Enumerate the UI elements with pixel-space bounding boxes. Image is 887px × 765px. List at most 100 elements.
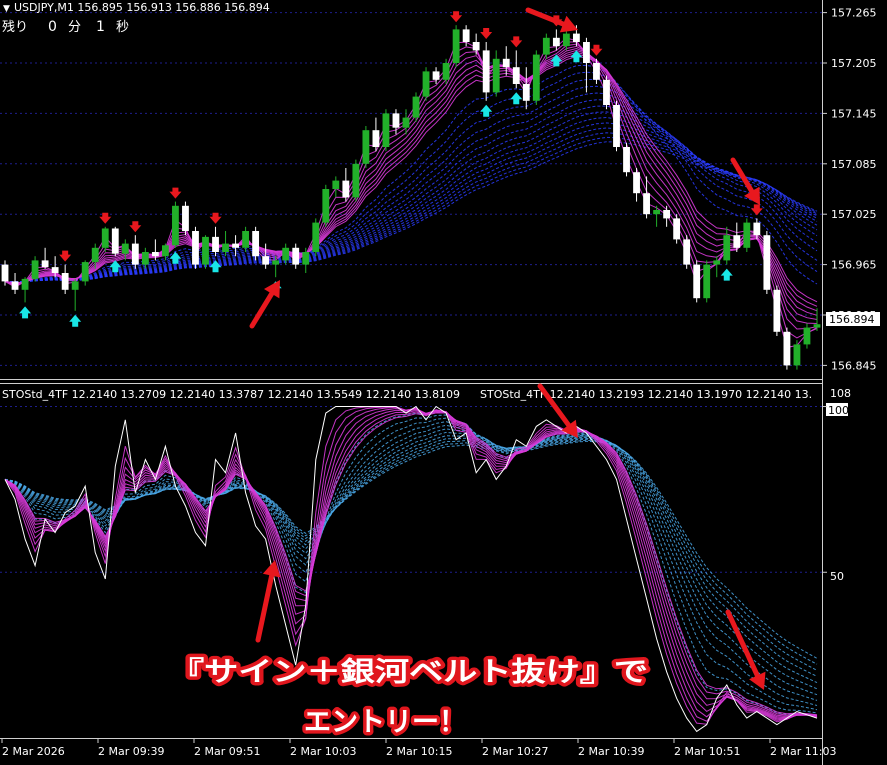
- candle-body: [402, 117, 410, 128]
- candle: [332, 176, 340, 198]
- candle: [532, 50, 540, 105]
- candle-body: [222, 243, 229, 252]
- sell-signal-icon: [169, 187, 182, 199]
- fast-ma-line: [4, 37, 818, 349]
- candle-body: [783, 331, 791, 366]
- candle: [663, 205, 671, 227]
- candle: [322, 184, 330, 227]
- candle-body: [462, 29, 470, 42]
- candle-body: [633, 172, 640, 194]
- caption-line1: 『サイン＋銀河ベルト抜け』で: [170, 656, 648, 688]
- time-axis[interactable]: 2 Mar 2026 2 Mar 09:39 2 Mar 09:51 2 Mar 10…: [0, 738, 836, 758]
- candle-body: [312, 222, 320, 252]
- candle-body: [753, 222, 761, 236]
- candle: [512, 50, 520, 89]
- candle-body: [41, 260, 49, 268]
- indicator-label-left: STOStd_4TF 12.2140 13.2709 12.2140 13.37…: [2, 388, 460, 401]
- candle: [172, 201, 179, 248]
- time-tick-label: 2 Mar 10:39: [578, 745, 644, 758]
- main-grid: [0, 12, 822, 366]
- candle: [623, 142, 630, 177]
- annotation-arrow-shaft: [725, 609, 760, 678]
- candle-body: [272, 260, 280, 265]
- candle: [542, 33, 550, 59]
- candle-body: [31, 260, 39, 279]
- price-axis[interactable]: 157.265 157.205 157.145 157.085 157.025 156.9…: [822, 0, 877, 765]
- candle: [412, 92, 420, 122]
- candle: [492, 50, 500, 97]
- candle-body: [472, 42, 480, 51]
- candle: [813, 308, 821, 331]
- price-tick-label: 157.085: [831, 158, 877, 171]
- candle: [763, 231, 771, 294]
- candle: [342, 168, 350, 202]
- buy-signal-icon: [510, 92, 523, 105]
- candle-body: [61, 273, 69, 290]
- candle-body: [412, 96, 420, 118]
- candle: [212, 226, 219, 257]
- time-tick-label: 2 Mar 10:15: [386, 745, 452, 758]
- sell-signal-icon: [480, 28, 493, 39]
- candle-body: [262, 256, 270, 265]
- indicator-label-right: STOStd_4TF 12.2140 13.2193 12.2140 13.19…: [480, 388, 812, 401]
- candle-body: [382, 113, 390, 147]
- price-tick-label: 156.965: [831, 259, 877, 272]
- annotation-arrows: [249, 7, 766, 690]
- stochastic-slow-line: [4, 440, 818, 659]
- candle-body: [683, 239, 691, 265]
- candle-body: [202, 236, 209, 265]
- indicator-level-50: 50: [830, 570, 844, 583]
- candle: [703, 260, 711, 303]
- caption: 『サイン＋銀河ベルト抜け』で エントリー！: [167, 653, 652, 742]
- candle-body: [643, 193, 650, 215]
- candle-body: [182, 205, 189, 231]
- candle-body: [111, 228, 119, 254]
- time-tick-label: 2 Mar 10:03: [290, 745, 356, 758]
- candle-body: [522, 84, 530, 101]
- price-tick-label: 157.025: [831, 208, 877, 221]
- candle: [422, 67, 430, 101]
- buy-signal-icon: [19, 306, 32, 319]
- candle-body: [11, 281, 19, 290]
- candle-body: [282, 247, 290, 261]
- candle: [613, 100, 620, 152]
- candle-body: [292, 247, 300, 265]
- candle: [202, 235, 209, 269]
- buy-signal-icon: [69, 314, 82, 327]
- candle: [61, 264, 69, 294]
- candle: [182, 201, 189, 236]
- last-price: 156.894: [829, 313, 875, 326]
- chart-canvas: 157.265 157.205 157.145 157.085 157.025 156.9…: [0, 0, 880, 765]
- candle: [312, 218, 320, 257]
- candle-body: [172, 205, 179, 246]
- candle-body: [322, 189, 330, 223]
- candle: [81, 260, 89, 286]
- candle-body: [723, 235, 731, 261]
- candle-body: [743, 222, 751, 248]
- candle-body: [161, 245, 169, 257]
- candle-body: [532, 54, 540, 101]
- candle: [192, 226, 199, 269]
- candle-body: [613, 105, 620, 147]
- annotation-arrow-top: [525, 7, 578, 33]
- candle-body: [101, 228, 109, 248]
- candle-body: [232, 243, 239, 248]
- candle: [252, 226, 260, 261]
- candle-body: [452, 29, 460, 63]
- candle-body: [352, 163, 360, 198]
- timer-seconds: 1: [96, 19, 105, 35]
- candle-body: [572, 33, 580, 42]
- candle-body: [51, 267, 59, 273]
- candles: [1, 25, 821, 370]
- candle: [242, 226, 250, 252]
- candle: [161, 243, 169, 261]
- candle-body: [252, 231, 260, 257]
- price-tick-label: 156.845: [831, 359, 877, 372]
- pane-separator[interactable]: [0, 379, 822, 384]
- candle-body: [192, 231, 199, 265]
- price-tick-label: 157.265: [831, 7, 877, 20]
- candle-body: [803, 327, 811, 345]
- indicator-axis[interactable]: 108 100 50: [822, 387, 851, 583]
- stochastic-slow-line: [4, 435, 818, 684]
- annotation-arrow-head: [262, 560, 281, 578]
